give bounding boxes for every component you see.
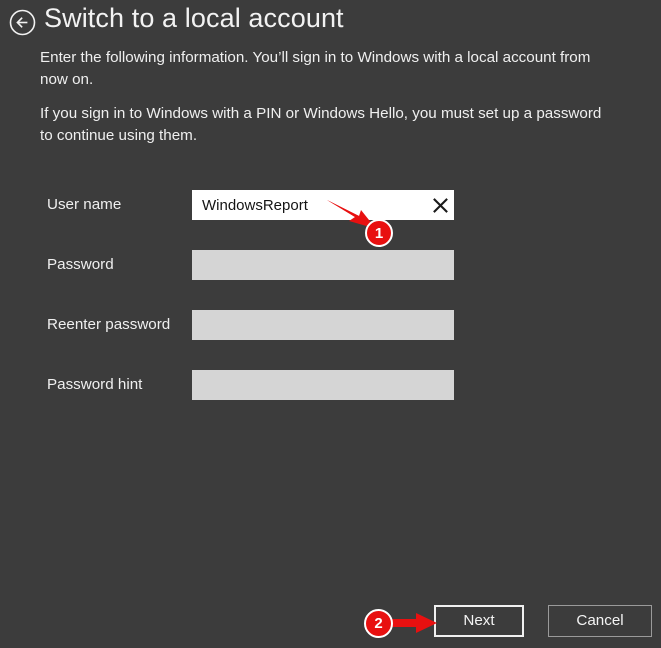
reenter-password-label: Reenter password [47,316,171,333]
user-name-input[interactable] [192,190,454,220]
form-row-password: Password [0,250,661,280]
intro-paragraph-2: If you sign in to Windows with a PIN or … [40,105,602,144]
dialog-header: Switch to a local account [0,0,661,46]
cancel-button[interactable]: Cancel [548,605,652,637]
password-input[interactable] [192,250,454,280]
form-row-reenter-password: Reenter password [0,310,661,340]
user-name-label: User name [47,196,122,213]
back-arrow-circle-icon[interactable] [9,9,36,36]
intro-paragraph-1: Enter the following information. You’ll … [40,49,591,88]
password-label: Password [47,256,114,273]
close-x-icon[interactable] [427,190,454,220]
reenter-password-input[interactable] [192,310,454,340]
annotation-badge-1: 1 [365,219,393,247]
next-button[interactable]: Next [434,605,524,637]
page-title: Switch to a local account [44,3,344,33]
password-hint-label: Password hint [47,376,143,393]
password-hint-input[interactable] [192,370,454,400]
switch-to-local-account-dialog: Switch to a local account Enter the foll… [0,0,661,648]
form-row-user-name: User name [0,190,661,220]
annotation-badge-2: 2 [364,609,393,638]
form-row-password-hint: Password hint [0,370,661,400]
